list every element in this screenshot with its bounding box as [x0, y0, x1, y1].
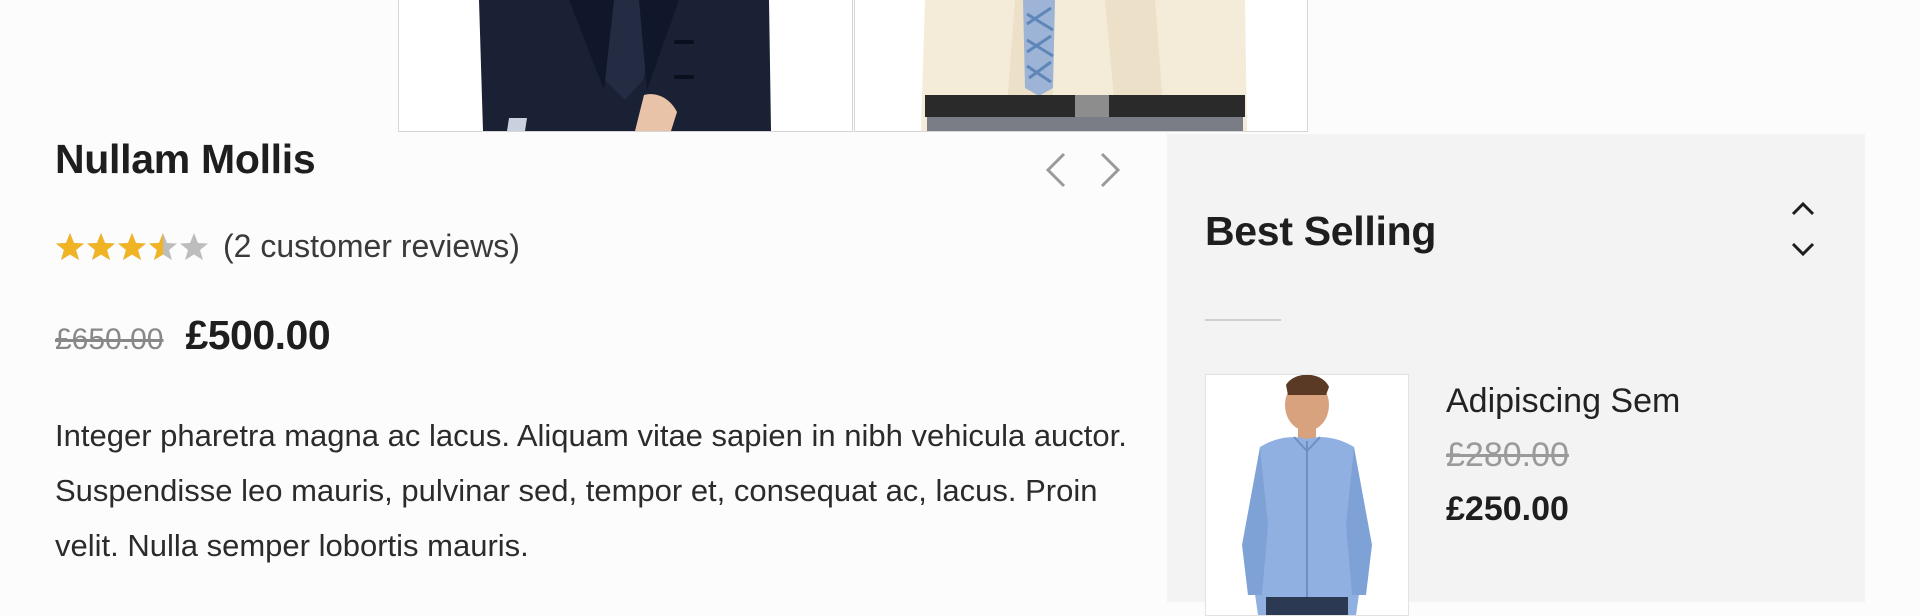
star-icon	[118, 232, 146, 260]
product-thumbnail-2[interactable]	[853, 0, 1308, 132]
star-icon	[149, 232, 177, 260]
best-selling-sidebar: Best Selling Adipiscing Sem £280.00 £250…	[1167, 134, 1865, 616]
product-title: Nullam Mollis	[55, 136, 316, 182]
best-selling-item-old-price: £280.00	[1446, 436, 1569, 474]
price-row: £650.00 £500.00	[55, 312, 331, 359]
star-icon	[56, 232, 84, 260]
current-price: £500.00	[185, 312, 331, 358]
star-icon	[87, 232, 115, 260]
chevron-up-icon[interactable]	[1787, 192, 1819, 224]
product-thumbnail-1[interactable]	[398, 0, 853, 132]
product-thumbnail-strip	[398, 0, 1308, 132]
star-rating	[55, 232, 209, 262]
chevron-left-icon[interactable]	[1040, 150, 1072, 190]
title-divider	[1205, 319, 1281, 321]
chevron-right-icon[interactable]	[1094, 150, 1126, 190]
best-selling-item-name[interactable]: Adipiscing Sem	[1446, 382, 1680, 421]
chevron-down-icon[interactable]	[1787, 234, 1819, 266]
sidebar-nav	[1787, 192, 1819, 266]
shirt-photo	[854, 0, 1308, 131]
sidebar-title: Best Selling	[1205, 208, 1437, 254]
product-rating: (2 customer reviews)	[55, 228, 520, 265]
product-nav	[1040, 150, 1126, 190]
reviews-link[interactable]: (2 customer reviews)	[223, 228, 520, 265]
best-selling-item-price: £250.00	[1446, 490, 1569, 528]
old-price: £650.00	[55, 323, 164, 356]
blue-shirt-photo	[1206, 375, 1408, 615]
suit-photo	[399, 0, 852, 131]
star-icon	[180, 232, 208, 260]
best-selling-item-image[interactable]	[1205, 374, 1409, 616]
product-description: Integer pharetra magna ac lacus. Aliquam…	[55, 418, 1127, 563]
